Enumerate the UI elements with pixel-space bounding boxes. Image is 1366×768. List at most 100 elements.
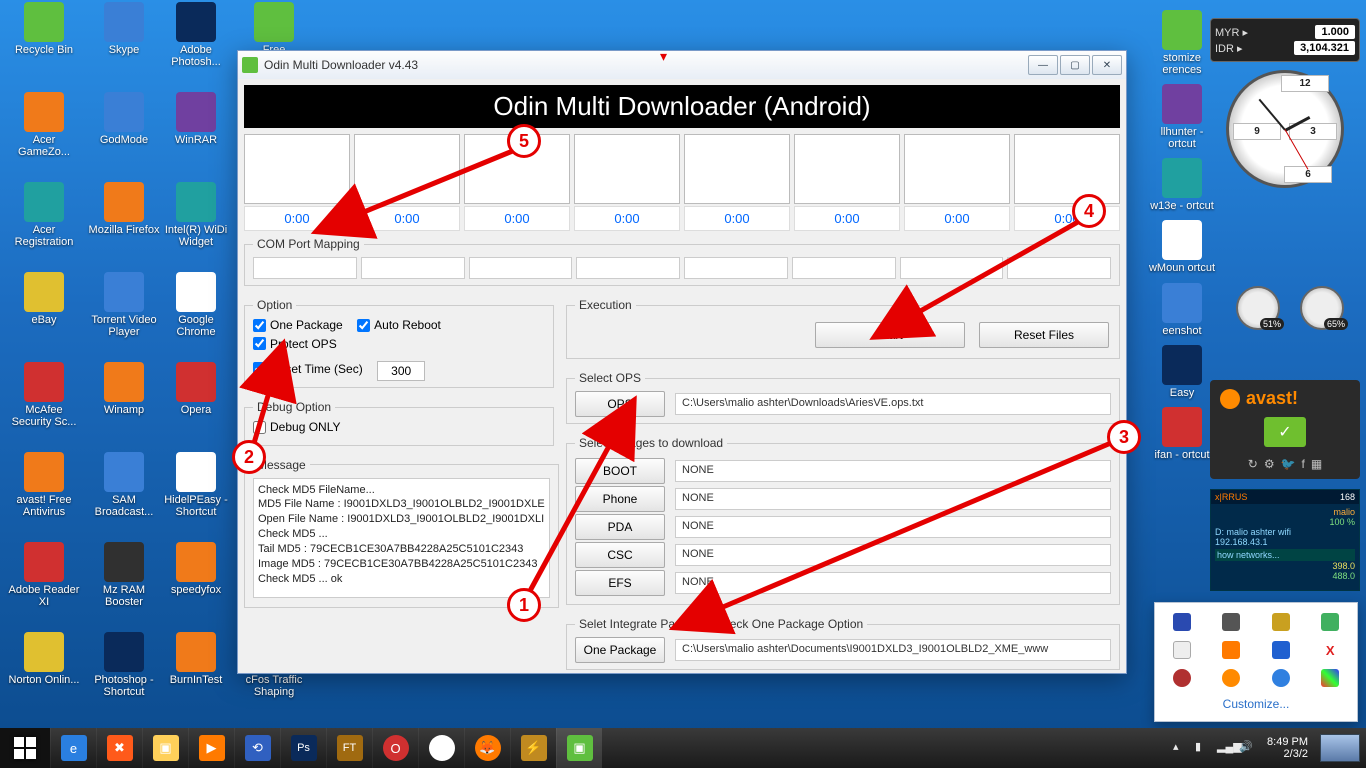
- desktop-icon[interactable]: ifan - ortcut: [1146, 407, 1218, 461]
- start-button[interactable]: [0, 728, 50, 768]
- tray-icon[interactable]: [1272, 641, 1290, 659]
- user-tile[interactable]: [1320, 734, 1360, 762]
- desktop-icon[interactable]: WinRAR: [160, 92, 232, 146]
- desktop-icon[interactable]: eenshot: [1146, 283, 1218, 337]
- taskbar-app[interactable]: FT: [326, 728, 372, 768]
- tray-overflow-popup[interactable]: X Customize...: [1154, 602, 1358, 722]
- customize-link[interactable]: Customize...: [1165, 697, 1347, 711]
- wifi-icon[interactable]: ▂▄▆: [1217, 740, 1233, 756]
- desktop-icon[interactable]: Norton Onlin...: [8, 632, 80, 686]
- desktop-icon[interactable]: llhunter - ortcut: [1146, 84, 1218, 150]
- taskbar-firefox[interactable]: 🦊: [464, 728, 510, 768]
- desktop-icon[interactable]: Acer Registration: [8, 182, 80, 248]
- reset-time-input[interactable]: [377, 361, 425, 381]
- analog-clock-gadget[interactable]: 12 3 6 9: [1226, 70, 1344, 188]
- taskbar[interactable]: e ✖ ▣ ▶ ⟲ Ps FT O ◉ 🦊 ⚡ ▣ ▴ ▮ ▂▄▆ 🔊 8:49…: [0, 728, 1366, 768]
- xirrus-wifi-gadget[interactable]: x|RRUS168 malio 100 % D: malio ashter wi…: [1210, 489, 1360, 591]
- ops-button[interactable]: OPS: [575, 391, 665, 417]
- desktop-icon[interactable]: Intel(R) WiDi Widget: [160, 182, 232, 248]
- efs-path-field[interactable]: NONE: [675, 572, 1111, 594]
- desktop-icon[interactable]: wMoun ortcut: [1146, 220, 1218, 274]
- desktop-icon[interactable]: Adobe Reader XI: [8, 542, 80, 608]
- one-package-button[interactable]: One Package: [575, 637, 665, 663]
- desktop-icon[interactable]: McAfee Security Sc...: [8, 362, 80, 428]
- desktop-icon[interactable]: Opera: [160, 362, 232, 416]
- taskbar-app[interactable]: ✖: [96, 728, 142, 768]
- tray-icon[interactable]: X: [1321, 641, 1339, 659]
- csc-button[interactable]: CSC: [575, 542, 665, 568]
- com-port-cell[interactable]: [900, 257, 1004, 279]
- tray-icon[interactable]: [1222, 641, 1240, 659]
- desktop-icon[interactable]: Mozilla Firefox: [88, 182, 160, 236]
- taskbar-media[interactable]: ▶: [188, 728, 234, 768]
- pda-button[interactable]: PDA: [575, 514, 665, 540]
- com-port-cell[interactable]: [253, 257, 357, 279]
- boot-button[interactable]: BOOT: [575, 458, 665, 484]
- desktop-icon[interactable]: stomize erences: [1146, 10, 1218, 76]
- message-log[interactable]: Check MD5 FileName... MD5 File Name : I9…: [253, 478, 550, 598]
- desktop-icon[interactable]: Mz RAM Booster: [88, 542, 160, 608]
- tray-icon[interactable]: [1321, 613, 1339, 631]
- taskbar-ie[interactable]: e: [50, 728, 96, 768]
- com-port-cell[interactable]: [469, 257, 573, 279]
- reset-files-button[interactable]: Reset Files: [979, 322, 1109, 348]
- desktop-icon[interactable]: Torrent Video Player: [88, 272, 160, 338]
- tray-icon[interactable]: [1222, 669, 1240, 687]
- one-package-path-field[interactable]: C:\Users\malio ashter\Documents\I9001DXL…: [675, 639, 1111, 661]
- desktop-icon[interactable]: Winamp: [88, 362, 160, 416]
- reset-time-checkbox[interactable]: Reset Time (Sec): [253, 362, 363, 376]
- titlebar[interactable]: Odin Multi Downloader v4.43 — ▢ ✕: [238, 51, 1126, 79]
- taskbar-explorer[interactable]: ▣: [142, 728, 188, 768]
- minimize-button[interactable]: —: [1028, 55, 1058, 75]
- auto-reboot-checkbox[interactable]: Auto Reboot: [357, 318, 441, 332]
- volume-icon[interactable]: 🔊: [1239, 740, 1255, 756]
- tray-icon[interactable]: [1222, 613, 1240, 631]
- desktop-icon[interactable]: w13e - ortcut: [1146, 158, 1218, 212]
- csc-path-field[interactable]: NONE: [675, 544, 1111, 566]
- desktop-icon[interactable]: Skype: [88, 2, 160, 56]
- battery-icon[interactable]: ▮: [1195, 740, 1211, 756]
- taskbar-opera[interactable]: O: [372, 728, 418, 768]
- com-port-cell[interactable]: [1007, 257, 1111, 279]
- tray-icon[interactable]: [1173, 613, 1191, 631]
- maximize-button[interactable]: ▢: [1060, 55, 1090, 75]
- desktop-icon[interactable]: Adobe Photosh...: [160, 2, 232, 68]
- system-tray[interactable]: ▴ ▮ ▂▄▆ 🔊 8:49 PM2/3/2: [1173, 734, 1366, 762]
- desktop-icon[interactable]: Easy: [1146, 345, 1218, 399]
- desktop-icon[interactable]: BurnInTest: [160, 632, 232, 686]
- debug-only-checkbox[interactable]: Debug ONLY: [253, 420, 340, 434]
- taskbar-odin-active[interactable]: ▣: [556, 728, 602, 768]
- tray-icon[interactable]: [1173, 669, 1191, 687]
- desktop-icon[interactable]: eBay: [8, 272, 80, 326]
- close-button[interactable]: ✕: [1092, 55, 1122, 75]
- tray-up-icon[interactable]: ▴: [1173, 740, 1189, 756]
- tray-icon[interactable]: [1272, 613, 1290, 631]
- com-port-cell[interactable]: [361, 257, 465, 279]
- desktop-icon[interactable]: speedyfox: [160, 542, 232, 596]
- taskbar-app[interactable]: ⟲: [234, 728, 280, 768]
- taskbar-winamp[interactable]: ⚡: [510, 728, 556, 768]
- tray-icon[interactable]: [1272, 669, 1290, 687]
- desktop-icon[interactable]: Photoshop - Shortcut: [88, 632, 160, 698]
- com-port-cell[interactable]: [576, 257, 680, 279]
- ops-path-field[interactable]: C:\Users\malio ashter\Downloads\AriesVE.…: [675, 393, 1111, 415]
- phone-button[interactable]: Phone: [575, 486, 665, 512]
- desktop-icon[interactable]: GodMode: [88, 92, 160, 146]
- boot-path-field[interactable]: NONE: [675, 460, 1111, 482]
- desktop-icon[interactable]: SAM Broadcast...: [88, 452, 160, 518]
- taskbar-photoshop[interactable]: Ps: [280, 728, 326, 768]
- phone-path-field[interactable]: NONE: [675, 488, 1111, 510]
- desktop-icon[interactable]: avast! Free Antivirus: [8, 452, 80, 518]
- currency-gadget[interactable]: MYR ▸1.000 IDR ▸3,104.321: [1210, 18, 1360, 62]
- protect-ops-checkbox[interactable]: Protect OPS: [253, 337, 337, 351]
- cpu-meter-gadget[interactable]: 51% 65%: [1230, 286, 1350, 344]
- com-port-cell[interactable]: [684, 257, 788, 279]
- taskbar-clock[interactable]: 8:49 PM2/3/2: [1267, 736, 1308, 760]
- taskbar-chrome[interactable]: ◉: [418, 728, 464, 768]
- avast-gadget[interactable]: avast! ✓ ↻⚙🐦f▦: [1210, 380, 1360, 479]
- one-package-checkbox[interactable]: One Package: [253, 318, 343, 332]
- efs-button[interactable]: EFS: [575, 570, 665, 596]
- desktop-icon[interactable]: Recycle Bin: [8, 2, 80, 56]
- desktop-icon[interactable]: HidelPEasy - Shortcut: [160, 452, 232, 518]
- start-button[interactable]: Start: [815, 322, 965, 348]
